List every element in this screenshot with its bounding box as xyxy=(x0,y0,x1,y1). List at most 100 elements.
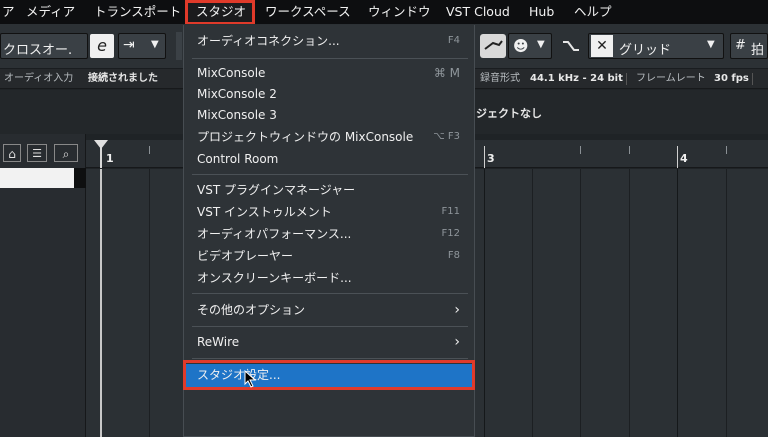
menu-item-shortcut: F8 xyxy=(447,250,460,261)
chevron-down-icon: ▼ xyxy=(537,39,545,50)
record-format-value[interactable]: 44.1 kHz - 24 bit xyxy=(530,69,623,89)
chevron-down-icon: ▼ xyxy=(707,39,715,50)
menu-item-label: オーディオコネクション... xyxy=(197,34,340,48)
menu-item-label: MixConsole xyxy=(197,66,266,80)
ruler-tick xyxy=(726,146,727,154)
menu-item-project-mixconsole[interactable]: プロジェクトウィンドウの MixConsole ⌥ F3 xyxy=(184,126,474,148)
ruler-bar-4: 4 xyxy=(680,152,688,165)
menu-item-label: ReWire xyxy=(197,335,240,349)
project-status: ジェクトなし xyxy=(476,107,542,120)
menu-media[interactable]: メディア xyxy=(26,0,75,24)
track-list-panel: ⌂ ☰ ⌕ xyxy=(0,134,86,437)
menu-item-control-room[interactable]: Control Room xyxy=(184,148,474,170)
menu-item-rewire[interactable]: ReWire › xyxy=(184,331,474,353)
track-color-strip xyxy=(74,168,86,188)
menu-separator xyxy=(192,358,468,359)
menu-item-shortcut: ⌘ M xyxy=(433,66,460,80)
menu-item-mixconsole-2[interactable]: MixConsole 2 xyxy=(184,83,474,105)
split-tool-icon: ⇥ xyxy=(123,37,135,53)
ruler-bar-3: 3 xyxy=(487,152,495,165)
status-divider xyxy=(626,73,627,85)
frame-rate-label: フレームレート xyxy=(636,73,706,84)
grid-line xyxy=(149,169,150,437)
grid-line xyxy=(532,169,533,437)
menu-studio[interactable]: スタジオ xyxy=(196,0,246,24)
ruler-tick xyxy=(580,146,581,154)
menu-help[interactable]: ヘルプ xyxy=(574,0,612,24)
snap-curve-icon[interactable] xyxy=(480,34,506,58)
menu-item-label: オンスクリーンキーボード... xyxy=(197,271,352,285)
menu-item-mixconsole-3[interactable]: MixConsole 3 xyxy=(184,104,474,126)
menu-item-label: プロジェクトウィンドウの MixConsole xyxy=(197,130,414,144)
menu-separator xyxy=(192,174,468,175)
playhead-flag-icon xyxy=(94,140,108,149)
crossfade-label: クロスオー. xyxy=(3,43,73,58)
quantize-dropdown[interactable]: ☻ ▼ xyxy=(508,33,552,59)
menu-separator xyxy=(192,58,468,59)
track-name-field[interactable] xyxy=(0,168,74,188)
search-icon[interactable]: ⌕ xyxy=(54,144,78,162)
crossfade-dropdown[interactable]: クロスオー. xyxy=(0,33,88,59)
home-icon[interactable]: ⌂ xyxy=(3,144,21,162)
connection-status: 接続されました xyxy=(88,73,158,84)
menu-item-label: MixConsole 2 xyxy=(197,87,277,101)
menu-item-audio-connections[interactable]: オーディオコネクション... F4 xyxy=(184,30,474,52)
menu-item-label: VST プラグインマネージャー xyxy=(197,183,356,197)
magnet-icon: ✕ xyxy=(591,35,613,57)
menu-item-shortcut: ⌥ F3 xyxy=(433,131,460,142)
playhead-line xyxy=(100,169,102,437)
status-divider xyxy=(752,73,753,85)
menu-item-shortcut: F12 xyxy=(441,228,460,239)
menu-item-mixconsole[interactable]: MixConsole ⌘ M xyxy=(184,62,474,84)
grid-line xyxy=(726,169,727,437)
chevron-down-icon: ▼ xyxy=(151,39,159,50)
menu-workspace[interactable]: ワークスペース xyxy=(265,0,351,24)
grid-line xyxy=(677,169,678,437)
menu-separator xyxy=(192,293,468,294)
grid-line xyxy=(484,169,485,437)
menu-edit[interactable]: ア xyxy=(2,0,15,24)
quantize-icon: ☻ xyxy=(513,37,529,55)
menu-item-label: Control Room xyxy=(197,152,279,166)
toolbar-divider xyxy=(176,32,182,60)
menu-hub[interactable]: Hub xyxy=(529,0,554,24)
menu-item-shortcut: F4 xyxy=(447,35,460,46)
edit-icon[interactable]: e xyxy=(90,34,114,58)
menu-item-vst-plugin-manager[interactable]: VST プラグインマネージャー xyxy=(184,179,474,201)
ruler-tick xyxy=(629,146,630,154)
ruler-tick xyxy=(677,146,678,168)
menu-window[interactable]: ウィンドウ xyxy=(368,0,431,24)
menu-item-label: ビデオプレーヤー xyxy=(197,249,294,263)
mouse-cursor-icon xyxy=(244,370,257,388)
menu-item-label: VST インストゥルメント xyxy=(197,205,332,219)
menu-item-more-options[interactable]: その他のオプション › xyxy=(184,299,474,321)
frame-rate-value[interactable]: 30 fps xyxy=(714,69,749,89)
menu-item-label: オーディオパフォーマンス... xyxy=(197,227,352,241)
menu-item-onscreen-keyboard[interactable]: オンスクリーンキーボード... xyxy=(184,267,474,289)
ruler-tick xyxy=(149,146,150,154)
menubar: ア メディア トランスポート スタジオ ワークスペース ウィンドウ VST Cl… xyxy=(0,0,768,25)
snap-type-label: グリッド xyxy=(619,43,672,58)
ruler-tick xyxy=(484,146,485,168)
menu-item-video-player[interactable]: ビデオプレーヤー F8 xyxy=(184,245,474,267)
menu-item-vst-instruments[interactable]: VST インストゥルメント F11 xyxy=(184,201,474,223)
menu-item-shortcut: F11 xyxy=(441,206,460,217)
studio-setup-annotation xyxy=(183,360,475,390)
grid-hash-icon: # xyxy=(735,38,746,53)
grid-type-dropdown[interactable]: # 拍 xyxy=(730,33,768,59)
grid-line xyxy=(580,169,581,437)
menu-transport[interactable]: トランスポート xyxy=(94,0,181,24)
ruler-bar-1: 1 xyxy=(106,152,114,165)
snap-type-dropdown[interactable]: ✕ グリッド ▼ xyxy=(588,33,724,59)
grid-type-label: 拍 xyxy=(751,43,765,58)
list-icon[interactable]: ☰ xyxy=(27,144,47,162)
menu-item-label: その他のオプション xyxy=(197,303,306,317)
menu-item-audio-performance[interactable]: オーディオパフォーマンス... F12 xyxy=(184,223,474,245)
tool-mode-dropdown[interactable]: ⇥ ▼ xyxy=(118,33,166,59)
menu-vst-cloud[interactable]: VST Cloud xyxy=(446,0,510,24)
grid-line xyxy=(629,169,630,437)
record-format-label: 録音形式 xyxy=(480,73,520,84)
menu-item-label: MixConsole 3 xyxy=(197,108,277,122)
chevron-right-icon: › xyxy=(454,334,460,350)
snap-toggle-icon[interactable] xyxy=(560,34,582,58)
